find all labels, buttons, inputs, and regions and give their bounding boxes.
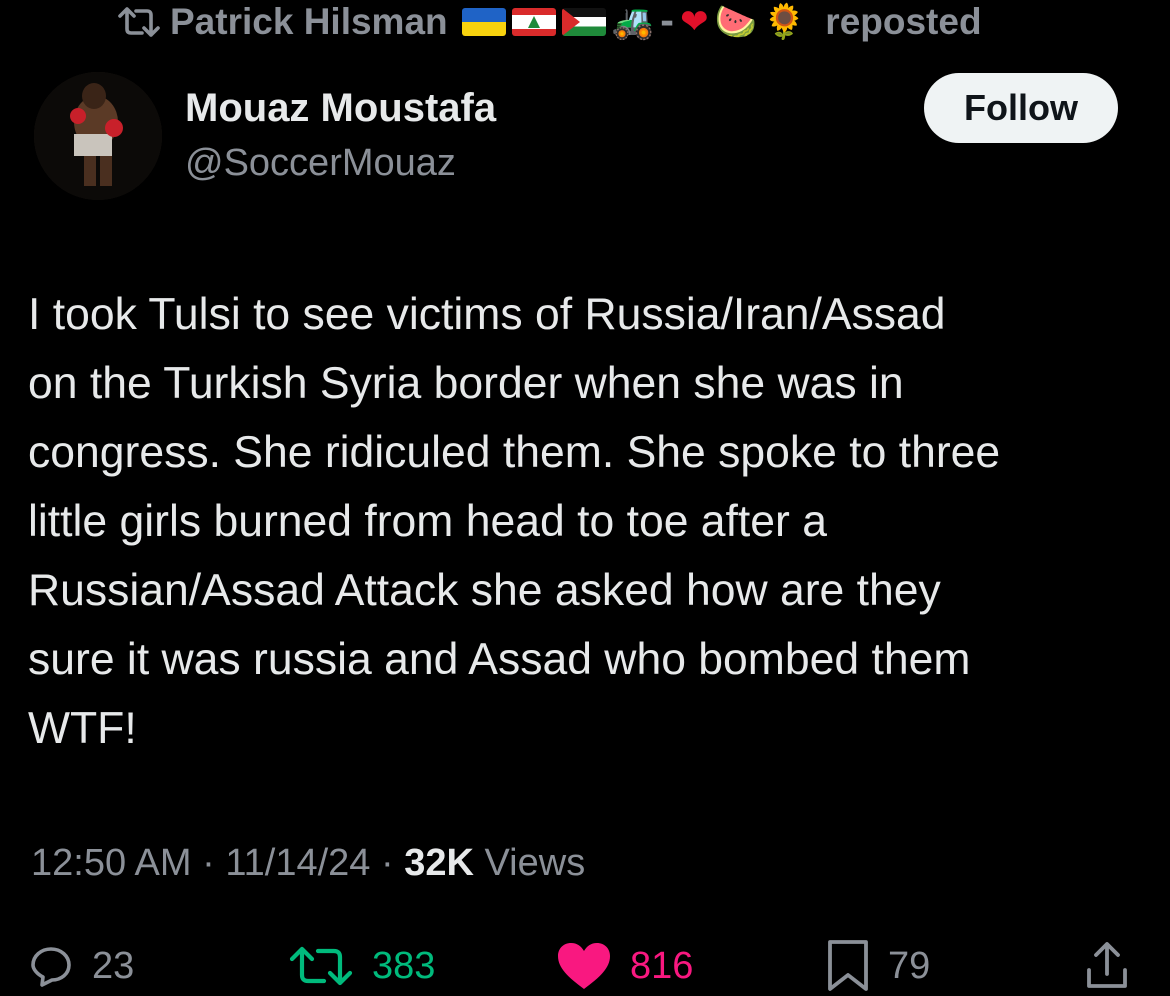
author-name[interactable]: Mouaz Moustafa bbox=[185, 86, 496, 131]
action-bar: 23 383 816 79 bbox=[0, 936, 1170, 996]
reposter-emoji-row: 🚜 - ❤ 🍉 🌻 bbox=[461, 2, 806, 42]
tweet-line: congress. She ridiculed them. She spoke … bbox=[28, 428, 1001, 477]
tweet-text: I took Tulsi to see victims of Russia/Ir… bbox=[28, 280, 1153, 763]
tweet-line: WTF! bbox=[28, 704, 137, 753]
ukraine-flag-icon bbox=[461, 8, 506, 36]
tweet-line: sure it was russia and Assad who bombed … bbox=[28, 635, 971, 684]
tweet-time[interactable]: 12:50 AM bbox=[31, 842, 192, 884]
tractor-icon: 🚜 bbox=[611, 2, 654, 42]
sunflower-icon: 🌻 bbox=[762, 2, 806, 42]
views-count: 32K bbox=[404, 842, 474, 884]
repost-header: Patrick Hilsman 🚜 - ❤ 🍉 🌻 reposted bbox=[118, 0, 982, 44]
like-count: 816 bbox=[630, 944, 694, 987]
like-button[interactable]: 816 bbox=[556, 936, 693, 996]
author-avatar[interactable] bbox=[34, 72, 162, 200]
reply-button[interactable]: 23 bbox=[28, 936, 134, 996]
bookmark-button[interactable]: 79 bbox=[826, 936, 930, 996]
meta-separator: · bbox=[370, 842, 405, 884]
reply-count: 23 bbox=[92, 944, 135, 987]
tweet-line: little girls burned from head to toe aft… bbox=[28, 497, 827, 546]
tweet-date[interactable]: 11/14/24 bbox=[225, 842, 370, 884]
meta-separator: · bbox=[191, 842, 226, 884]
reposted-label: reposted bbox=[825, 1, 982, 42]
repost-icon bbox=[288, 943, 354, 989]
bookmark-count: 79 bbox=[888, 944, 931, 987]
heart-icon bbox=[556, 941, 612, 991]
dash-text: - bbox=[659, 2, 675, 42]
tweet-meta: 12:50 AM · 11/14/24 · 32K Views bbox=[31, 842, 585, 885]
lebanon-flag-icon bbox=[511, 8, 556, 36]
watermelon-icon: 🍉 bbox=[714, 2, 757, 42]
reposter-name: Patrick Hilsman bbox=[170, 1, 448, 42]
repost-count: 383 bbox=[372, 944, 436, 987]
tweet-line: on the Turkish Syria border when she was… bbox=[28, 359, 904, 408]
tweet-line: I took Tulsi to see victims of Russia/Ir… bbox=[28, 290, 946, 339]
heart-emoji-icon: ❤ bbox=[680, 2, 709, 42]
reply-icon bbox=[28, 943, 74, 989]
author-handle[interactable]: @SoccerMouaz bbox=[185, 142, 456, 185]
tweet-line: Russian/Assad Attack she asked how are t… bbox=[28, 566, 941, 615]
palestine-flag-icon bbox=[561, 8, 606, 36]
share-icon bbox=[1084, 940, 1130, 992]
follow-button[interactable]: Follow bbox=[924, 73, 1118, 143]
reposter-name-link[interactable]: Patrick Hilsman bbox=[170, 1, 448, 43]
repost-icon bbox=[118, 5, 160, 39]
bookmark-icon bbox=[826, 939, 870, 993]
repost-button[interactable]: 383 bbox=[288, 936, 435, 996]
views-label: Views bbox=[473, 842, 586, 884]
share-button[interactable] bbox=[1084, 936, 1130, 996]
